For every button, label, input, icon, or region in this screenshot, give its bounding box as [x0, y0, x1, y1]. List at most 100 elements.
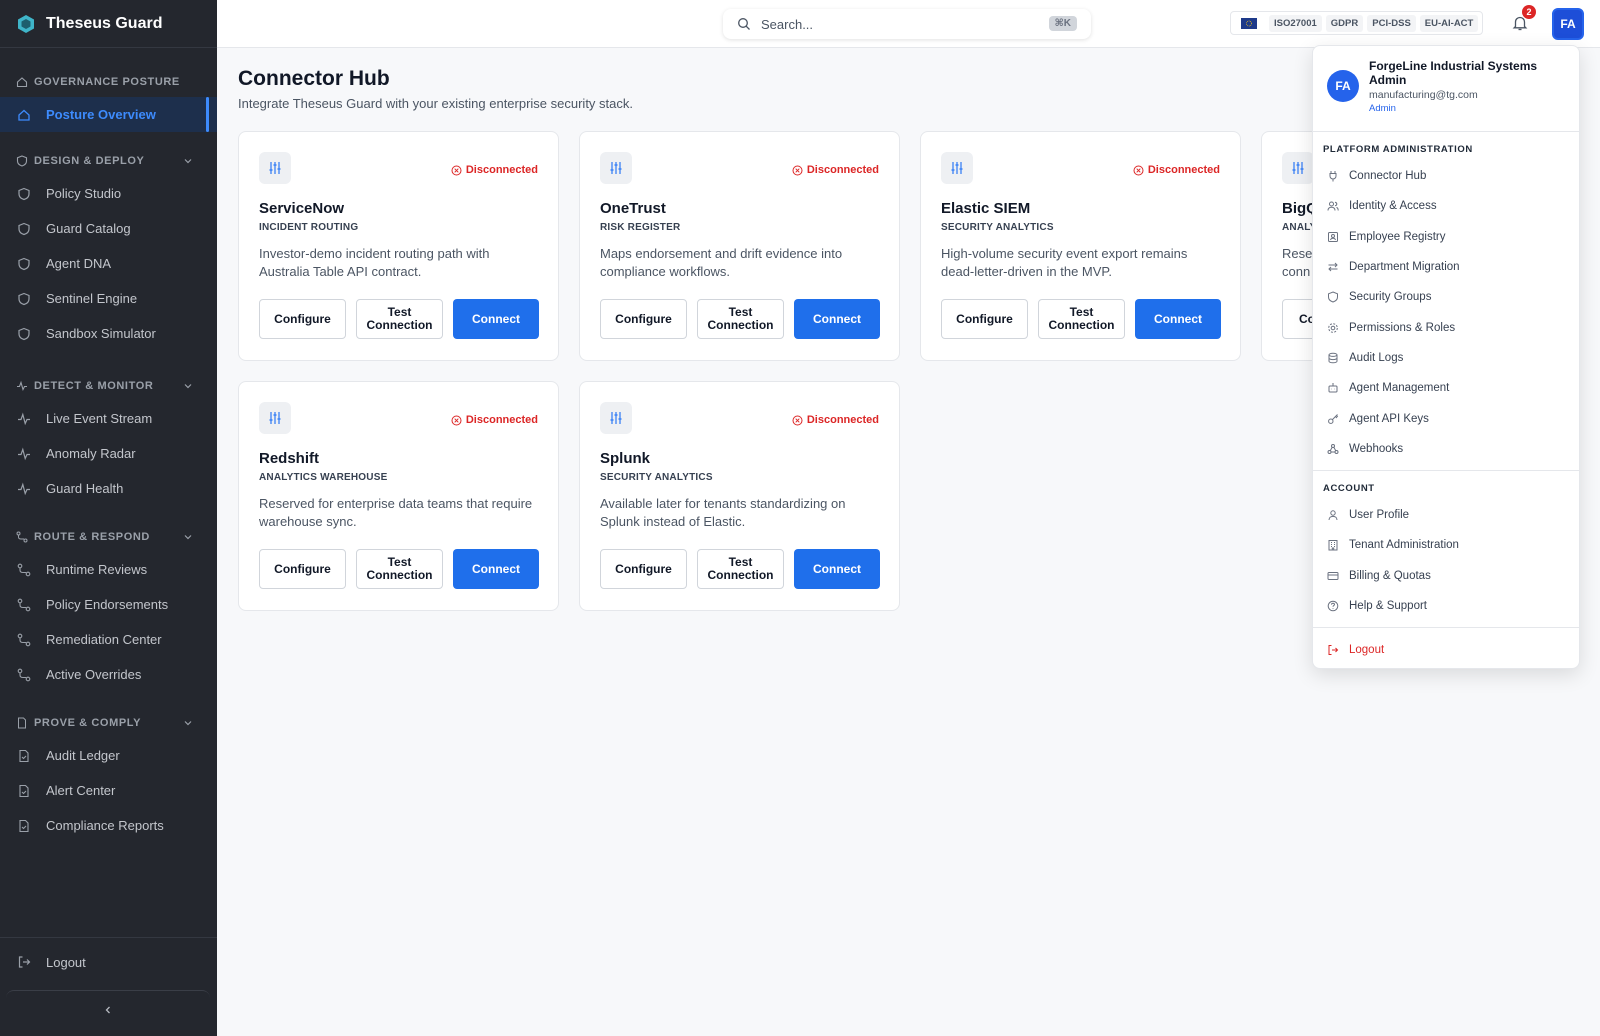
connector-category: SECURITY ANALYTICS	[600, 472, 713, 483]
sliders-icon	[600, 402, 632, 434]
compliance-tag: EU-AI-ACT	[1419, 14, 1479, 32]
help-icon	[1327, 600, 1339, 612]
menu-item-help-support[interactable]: Help & Support	[1313, 591, 1579, 621]
sliders-icon	[600, 152, 632, 184]
configure-button[interactable]: Configure	[259, 299, 346, 339]
test-connection-button[interactable]: Test Connection	[356, 549, 443, 589]
chevron-down-icon	[184, 721, 192, 726]
menu-item-webhooks[interactable]: Webhooks	[1313, 434, 1579, 464]
menu-divider	[1313, 627, 1579, 629]
connect-button[interactable]: Connect	[1135, 299, 1221, 339]
sidebar-item-policy-endorsements[interactable]: Policy Endorsements	[0, 587, 217, 622]
connector-name: Splunk	[600, 450, 651, 467]
status-badge: Disconnected	[451, 164, 538, 176]
shield-icon	[18, 222, 30, 235]
sidebar-item-alert-center[interactable]: Alert Center	[0, 773, 217, 808]
sidebar-item-guard-health[interactable]: Guard Health	[0, 471, 217, 506]
plug-icon	[1329, 171, 1337, 182]
shield-icon	[18, 327, 30, 340]
activity-icon	[18, 411, 30, 425]
test-connection-button[interactable]: Test Connection	[1038, 299, 1125, 339]
sidebar-item-active-overrides[interactable]: Active Overrides	[0, 657, 217, 692]
sliders-icon	[259, 402, 291, 434]
search-input[interactable]	[761, 16, 1031, 32]
menu-item-employee-registry[interactable]: Employee Registry	[1313, 222, 1579, 252]
menu-item-user-profile[interactable]: User Profile	[1313, 500, 1579, 530]
sidebar-section-governance: GOVERNANCE POSTURE Posture Overview	[0, 67, 217, 132]
connect-button[interactable]: Connect	[453, 299, 539, 339]
sidebar-item-policy-studio[interactable]: Policy Studio	[0, 176, 217, 211]
sliders-icon	[1282, 152, 1314, 184]
compliance-tag: ISO27001	[1269, 14, 1322, 32]
connector-card-elastic-siem: Disconnected Elastic SIEM SECURITY ANALY…	[920, 131, 1241, 361]
home-icon	[16, 77, 28, 88]
eu-flag-icon	[1241, 17, 1257, 29]
route-icon	[17, 598, 31, 611]
menu-item-permissions-roles[interactable]: Permissions & Roles	[1313, 312, 1579, 342]
home-icon	[18, 109, 30, 121]
menu-item-audit-logs[interactable]: Audit Logs	[1313, 343, 1579, 373]
sidebar-item-guard-catalog[interactable]: Guard Catalog	[0, 211, 217, 246]
logout-icon	[1328, 645, 1339, 656]
brand[interactable]: Theseus Guard	[0, 0, 217, 48]
sidebar-item-sentinel-engine[interactable]: Sentinel Engine	[0, 281, 217, 316]
user-name: ForgeLine Industrial Systems Admin	[1369, 59, 1538, 87]
connector-description: Reserved for enterprise data teams that …	[259, 496, 533, 529]
configure-button[interactable]: Configure	[600, 299, 687, 339]
status-badge: Disconnected	[1133, 164, 1220, 176]
menu-item-connector-hub[interactable]: Connector Hub	[1313, 161, 1579, 191]
configure-button[interactable]: Configure	[941, 299, 1028, 339]
sliders-icon	[259, 152, 291, 184]
configure-button[interactable]: Configure	[600, 549, 687, 589]
test-connection-button[interactable]: Test Connection	[697, 549, 784, 589]
menu-logout-button[interactable]: Logout	[1313, 634, 1579, 666]
arrows-swap-icon	[1328, 262, 1338, 272]
menu-item-security-groups[interactable]: Security Groups	[1313, 282, 1579, 312]
connect-button[interactable]: Connect	[794, 299, 880, 339]
menu-item-agent-api-keys[interactable]: Agent API Keys	[1313, 403, 1579, 433]
sidebar-item-anomaly-radar[interactable]: Anomaly Radar	[0, 436, 217, 471]
connect-button[interactable]: Connect	[453, 549, 539, 589]
sidebar-item-compliance-reports[interactable]: Compliance Reports	[0, 808, 217, 843]
sidebar: Theseus Guard GOVERNANCE POSTURE Posture…	[0, 0, 217, 1036]
users-icon	[1327, 201, 1339, 211]
sidebar-section-header[interactable]: DESIGN & DEPLOY	[0, 146, 217, 176]
connect-button[interactable]: Connect	[794, 549, 880, 589]
status-badge: Disconnected	[451, 414, 538, 426]
sidebar-collapse-button[interactable]	[6, 990, 210, 1028]
sidebar-item-remediation-center[interactable]: Remediation Center	[0, 622, 217, 657]
sidebar-item-agent-dna[interactable]: Agent DNA	[0, 246, 217, 281]
test-connection-button[interactable]: Test Connection	[697, 299, 784, 339]
page-subtitle: Integrate Theseus Guard with your existi…	[238, 96, 634, 111]
search-icon	[738, 18, 750, 30]
search-shortcut: ⌘K	[1048, 16, 1077, 31]
x-circle-icon	[792, 415, 803, 425]
connector-name: Elastic SIEM	[941, 200, 1031, 217]
search-box[interactable]: ⌘K	[723, 9, 1091, 39]
sidebar-section-header[interactable]: PROVE & COMPLY	[0, 708, 217, 738]
configure-button[interactable]: Configure	[259, 549, 346, 589]
sidebar-section-header[interactable]: ROUTE & RESPOND	[0, 522, 217, 552]
menu-item-department-migration[interactable]: Department Migration	[1313, 252, 1579, 282]
user-avatar-button[interactable]: FA	[1552, 8, 1584, 40]
sidebar-footer: Logout	[0, 937, 217, 986]
route-icon	[17, 668, 31, 681]
sidebar-logout-button[interactable]: Logout	[0, 938, 217, 986]
avatar: FA	[1327, 70, 1359, 102]
sidebar-item-posture-overview[interactable]: Posture Overview	[0, 97, 217, 132]
menu-section-header: ACCOUNT	[1323, 482, 1375, 494]
sidebar-item-live-event-stream[interactable]: Live Event Stream	[0, 401, 217, 436]
route-icon	[17, 563, 31, 576]
sidebar-item-audit-ledger[interactable]: Audit Ledger	[0, 738, 217, 773]
sidebar-item-runtime-reviews[interactable]: Runtime Reviews	[0, 552, 217, 587]
compliance-tags: ISO27001 GDPR PCI-DSS EU-AI-ACT	[1230, 11, 1484, 35]
menu-item-billing-quotas[interactable]: Billing & Quotas	[1313, 561, 1579, 591]
sliders-icon	[941, 152, 973, 184]
sidebar-item-sandbox-simulator[interactable]: Sandbox Simulator	[0, 316, 217, 351]
test-connection-button[interactable]: Test Connection	[356, 299, 443, 339]
menu-item-tenant-administration[interactable]: Tenant Administration	[1313, 530, 1579, 560]
route-icon	[16, 531, 28, 543]
menu-item-identity-access[interactable]: Identity & Access	[1313, 191, 1579, 221]
sidebar-section-header[interactable]: DETECT & MONITOR	[0, 371, 217, 401]
menu-item-agent-management[interactable]: Agent Management	[1313, 373, 1579, 403]
